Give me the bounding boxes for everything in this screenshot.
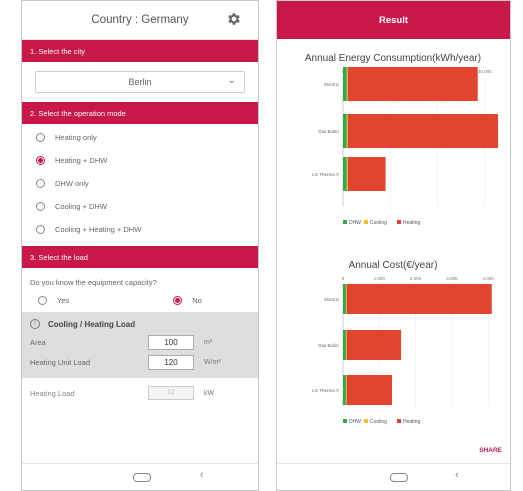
area-label: Area	[30, 337, 46, 347]
system-nav-bar: ‹	[22, 463, 258, 490]
result-charts: Annual Energy Consumption(kWh/year)010,0…	[305, 53, 499, 425]
chart-title: Annual Energy Consumption(kWh/year)	[305, 53, 481, 64]
heating-load-label: Heating Load	[30, 388, 75, 398]
app-header: Country : Germany	[22, 1, 258, 40]
bar-segment	[347, 157, 386, 191]
bar-segment	[345, 375, 347, 405]
bar-segment	[343, 114, 347, 148]
operation-mode-option[interactable]: Heating + DHW	[22, 149, 258, 172]
country-title[interactable]: Country : Germany	[91, 14, 188, 26]
x-tick-label: 4,000	[482, 276, 494, 281]
legend-swatch	[397, 220, 401, 224]
capacity-yes-option[interactable]: Yes	[38, 295, 70, 305]
legend-label: DHW	[349, 220, 361, 226]
legend-label: Heating	[403, 220, 420, 226]
x-tick-label: 2,000	[410, 276, 422, 281]
radio-button[interactable]	[36, 179, 45, 188]
category-label: Electric	[324, 82, 340, 87]
info-icon[interactable]: i	[30, 319, 40, 329]
operation-mode-option[interactable]: Cooling + DHW	[22, 195, 258, 218]
bar-segment	[346, 284, 492, 314]
bar-segment	[343, 375, 346, 405]
area-input[interactable]: 100	[148, 334, 194, 350]
unit-load-input[interactable]: 120	[148, 354, 194, 370]
home-pill-icon[interactable]	[390, 473, 408, 482]
heating-load-unit: kW	[204, 389, 215, 397]
chevron-down-icon: ⌄	[227, 75, 236, 86]
back-icon[interactable]: ‹	[455, 469, 459, 481]
legend-label: DHW	[349, 419, 361, 425]
share-button[interactable]: SHARE	[479, 447, 502, 454]
operation-mode-option[interactable]: Cooling + Heating + DHW	[22, 218, 258, 241]
radio-button[interactable]	[36, 225, 45, 234]
area-unit: m²	[204, 338, 213, 346]
section-load: 3. Select the load	[22, 246, 258, 268]
x-tick-label: 30,000	[478, 69, 492, 74]
bar-segment	[346, 67, 348, 101]
radio-no[interactable]	[173, 295, 183, 305]
bar-segment	[343, 157, 347, 191]
legend-swatch	[343, 220, 347, 224]
yes-label: Yes	[57, 295, 70, 305]
home-pill-icon[interactable]	[133, 473, 151, 482]
bar-segment	[346, 157, 348, 191]
radio-button[interactable]	[36, 202, 45, 211]
bar-segment	[343, 284, 346, 314]
system-nav-bar: ‹	[277, 463, 510, 490]
legend-swatch	[397, 419, 401, 423]
category-label: LG Therma V	[312, 172, 339, 177]
bar-segment	[345, 284, 347, 314]
operation-mode-list: Heating only Heating + DHW DHW only Cooling…	[22, 124, 258, 243]
load-panel: i Cooling / Heating Load Area 100 m² Hea…	[22, 312, 258, 378]
result-screen: Result Annual Energy Consumption(kWh/yea…	[276, 0, 511, 491]
legend-swatch	[364, 220, 368, 224]
section-operation-mode: 2. Select the operation mode	[22, 102, 258, 124]
operation-mode-option[interactable]: Heating only	[22, 126, 258, 149]
bar-segment	[343, 67, 347, 101]
operation-mode-label: Cooling + Heating + DHW	[55, 225, 142, 234]
bar-segment	[347, 67, 478, 101]
chart-title: Annual Cost(€/year)	[349, 260, 438, 271]
x-tick-label: 1,000	[374, 276, 386, 281]
operation-mode-label: Heating only	[55, 133, 97, 142]
operation-mode-option[interactable]: DHW only	[22, 172, 258, 195]
legend-swatch	[343, 419, 347, 423]
input-screen: Country : Germany 1. Select the city Ber…	[21, 0, 259, 491]
radio-button[interactable]	[36, 133, 45, 142]
bar-segment	[346, 375, 392, 405]
heating-load-field: 12	[148, 386, 194, 400]
x-tick-label: 3,000	[446, 276, 458, 281]
bar-segment	[345, 330, 347, 360]
legend-swatch	[364, 419, 368, 423]
result-header: Result	[277, 1, 510, 39]
bar-segment	[346, 330, 402, 360]
bar-segment	[347, 114, 499, 148]
city-value: Berlin	[128, 77, 152, 87]
city-select[interactable]: Berlin ⌄	[35, 71, 245, 93]
capacity-question: Do you know the equipment capacity?	[30, 278, 157, 287]
load-title: Cooling / Heating Load	[48, 319, 136, 329]
category-label: Gas Boiler	[318, 343, 340, 348]
capacity-no-option[interactable]: No	[173, 295, 202, 305]
category-label: Electric	[324, 297, 340, 302]
operation-mode-label: Heating + DHW	[55, 156, 108, 165]
legend-label: Heating	[403, 419, 420, 425]
category-label: LG Therma V	[312, 388, 339, 393]
legend-label: Cooling	[370, 419, 387, 425]
operation-mode-label: Cooling + DHW	[55, 202, 107, 211]
back-icon[interactable]: ‹	[200, 469, 204, 481]
unit-load-unit: W/m²	[204, 358, 221, 366]
radio-button[interactable]	[36, 156, 45, 165]
no-label: No	[192, 295, 202, 305]
section-city: 1. Select the city	[22, 40, 258, 62]
bar-segment	[346, 114, 348, 148]
unit-load-label: Heating Unit Load	[30, 357, 91, 367]
operation-mode-label: DHW only	[55, 179, 89, 188]
x-tick-label: 0	[342, 276, 345, 281]
radio-yes[interactable]	[38, 295, 47, 305]
bar-segment	[343, 330, 346, 360]
category-label: Gas Boiler	[318, 129, 340, 134]
gear-icon[interactable]	[226, 11, 242, 27]
legend-label: Cooling	[370, 220, 387, 226]
